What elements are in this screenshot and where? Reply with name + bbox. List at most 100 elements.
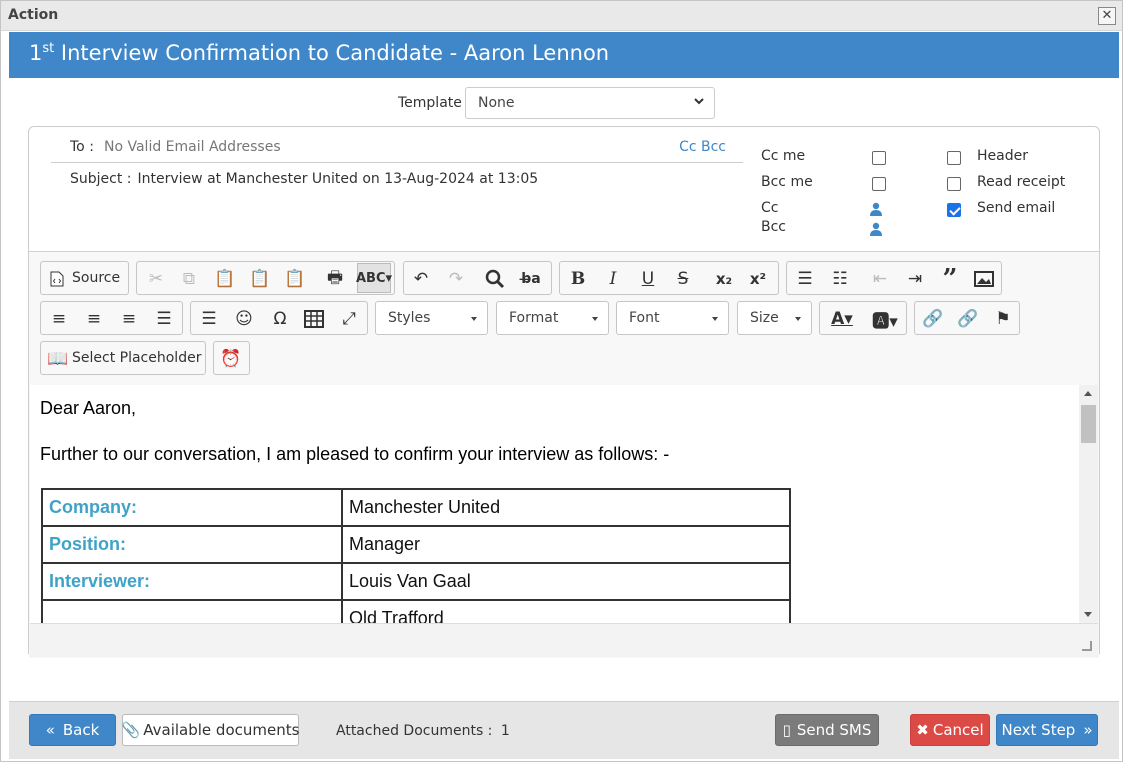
align-left-icon[interactable]: ≡ bbox=[48, 308, 70, 330]
numbered-list-icon[interactable]: ☰ bbox=[794, 268, 816, 290]
italic-icon[interactable]: I bbox=[602, 268, 624, 290]
close-icon[interactable]: ✕ bbox=[1098, 7, 1116, 25]
template-select-value: None bbox=[478, 95, 515, 111]
subscript-icon[interactable]: x₂ bbox=[713, 268, 735, 290]
scroll-down-icon[interactable] bbox=[1084, 612, 1092, 617]
replace-icon[interactable]: b̶a bbox=[520, 268, 542, 290]
format-toolbar-group: B I U S x₂ x² bbox=[559, 261, 779, 295]
bold-icon[interactable]: B bbox=[567, 268, 589, 290]
underline-icon[interactable]: U bbox=[637, 268, 659, 290]
template-label: Template bbox=[398, 95, 462, 111]
select-placeholder-label: Select Placeholder bbox=[72, 350, 202, 366]
mobile-phone-icon: ▯ bbox=[782, 721, 791, 739]
cc-me-checkbox[interactable] bbox=[872, 151, 886, 165]
image-icon[interactable] bbox=[973, 268, 995, 290]
table-row: Company: Manchester United bbox=[41, 488, 791, 527]
bulleted-list-icon[interactable]: ☷ bbox=[829, 268, 851, 290]
anchor-flag-icon[interactable]: ⚑ bbox=[992, 308, 1014, 330]
table-row: Position: Manager bbox=[41, 525, 791, 564]
table-value: Old Trafford bbox=[341, 599, 791, 623]
strikethrough-icon[interactable]: S bbox=[672, 268, 694, 290]
special-char-icon[interactable]: Ω bbox=[269, 308, 291, 330]
paste-icon[interactable]: 📋 bbox=[214, 268, 236, 290]
editor-scrollbar[interactable] bbox=[1079, 385, 1098, 623]
read-receipt-checkbox[interactable] bbox=[947, 177, 961, 191]
font-dropdown[interactable]: Font bbox=[616, 301, 729, 335]
timestamp-button[interactable]: ⏰ bbox=[213, 341, 250, 375]
unlink-icon[interactable]: 🔗 bbox=[957, 308, 979, 330]
editor-content[interactable]: Dear Aaron, Further to our conversation,… bbox=[30, 385, 1080, 623]
decrease-indent-icon[interactable]: ⇤ bbox=[869, 268, 891, 290]
alarm-clock-icon: ⏰ bbox=[220, 349, 242, 369]
cc-label: Cc bbox=[761, 200, 779, 216]
attached-documents-label: Attached Documents : bbox=[336, 723, 493, 739]
smiley-icon[interactable]: ☺ bbox=[233, 308, 255, 330]
cancel-button[interactable]: ✖ Cancel bbox=[910, 714, 990, 746]
table-row: Interviewer: Louis Van Gaal bbox=[41, 562, 791, 601]
cut-icon[interactable]: ✂ bbox=[145, 268, 167, 290]
maximize-icon[interactable]: ⤢ bbox=[338, 308, 360, 330]
table-key: Interviewer: bbox=[41, 562, 343, 601]
send-email-checkbox[interactable] bbox=[947, 203, 961, 217]
bcc-me-label: Bcc me bbox=[761, 174, 813, 190]
paperclip-icon: 📎 bbox=[121, 721, 141, 739]
superscript-icon[interactable]: x² bbox=[747, 268, 769, 290]
to-label: To : bbox=[70, 139, 94, 155]
insert-toolbar-group: ☰ ☺ Ω ⤢ bbox=[190, 301, 368, 335]
bcc-user-icon[interactable] bbox=[869, 222, 883, 236]
copy-icon[interactable]: ⧉ bbox=[178, 268, 200, 290]
header-checkbox[interactable] bbox=[947, 151, 961, 165]
link-icon[interactable]: 🔗 bbox=[922, 308, 944, 330]
select-placeholder-button[interactable]: 📖 Select Placeholder bbox=[40, 341, 206, 375]
align-toolbar-group: ≡ ≡ ≡ ☰ bbox=[40, 301, 183, 335]
dialog-footer: «Back 📎 Available documents Attached Docu… bbox=[9, 701, 1119, 759]
clipboard-toolbar-group: ✂ ⧉ 📋 📋 📋 🖶 ABC▾ bbox=[136, 261, 395, 295]
find-icon[interactable] bbox=[484, 268, 506, 290]
align-center-icon[interactable]: ≡ bbox=[83, 308, 105, 330]
caret-down-icon bbox=[592, 317, 598, 321]
table-icon[interactable] bbox=[303, 308, 325, 330]
bcc-me-checkbox[interactable] bbox=[872, 177, 886, 191]
undo-icon[interactable]: ↶ bbox=[410, 268, 432, 290]
size-dropdown[interactable]: Size bbox=[737, 301, 812, 335]
caret-down-icon bbox=[795, 317, 801, 321]
horizontal-line-icon[interactable]: ☰ bbox=[198, 308, 220, 330]
increase-indent-icon[interactable]: ⇥ bbox=[904, 268, 926, 290]
cc-me-label: Cc me bbox=[761, 148, 806, 164]
table-key: Position: bbox=[41, 525, 343, 564]
align-right-icon[interactable]: ≡ bbox=[118, 308, 140, 330]
back-button[interactable]: «Back bbox=[29, 714, 116, 746]
paragraph-toolbar-group: ☰ ☷ ⇤ ⇥ ” bbox=[786, 261, 1002, 295]
text-color-icon[interactable]: A▾ bbox=[827, 308, 857, 330]
send-sms-button[interactable]: ▯ Send SMS bbox=[775, 714, 879, 746]
available-documents-button[interactable]: 📎 Available documents bbox=[122, 714, 299, 746]
background-color-icon[interactable]: 🅰▾ bbox=[870, 308, 900, 332]
email-panel: To : No Valid Email Addresses Cc Bcc Sub… bbox=[28, 126, 1100, 658]
close-x-icon: ✖ bbox=[916, 721, 929, 739]
template-select[interactable]: None bbox=[465, 87, 715, 119]
to-input[interactable]: No Valid Email Addresses bbox=[104, 139, 281, 155]
blockquote-icon[interactable]: ” bbox=[939, 264, 961, 294]
paste-text-icon[interactable]: 📋 bbox=[249, 268, 271, 290]
source-label: Source bbox=[72, 270, 121, 286]
scroll-thumb[interactable] bbox=[1081, 405, 1096, 443]
justify-icon[interactable]: ☰ bbox=[153, 308, 175, 330]
dialog-titlebar: Action ✕ bbox=[1, 1, 1122, 31]
spellcheck-icon[interactable]: ABC▾ bbox=[356, 263, 392, 293]
styles-dropdown[interactable]: Styles bbox=[375, 301, 488, 335]
attached-documents: Attached Documents : 1 bbox=[336, 723, 510, 739]
format-dropdown[interactable]: Format bbox=[496, 301, 609, 335]
subject-input[interactable]: Interview at Manchester United on 13-Aug… bbox=[138, 171, 539, 187]
scroll-up-icon[interactable] bbox=[1084, 391, 1092, 396]
paste-word-icon[interactable]: 📋 bbox=[284, 268, 306, 290]
to-field: To : No Valid Email Addresses Cc Bcc bbox=[51, 137, 743, 163]
print-icon[interactable]: 🖶 bbox=[324, 268, 346, 290]
next-step-button[interactable]: Next Step» bbox=[996, 714, 1098, 746]
table-row: Old Trafford bbox=[41, 599, 791, 623]
cc-user-icon[interactable] bbox=[869, 202, 883, 216]
resize-handle-icon[interactable] bbox=[1082, 641, 1092, 651]
redo-icon[interactable]: ↷ bbox=[445, 268, 467, 290]
caret-down-icon bbox=[712, 317, 718, 321]
source-button[interactable]: Source bbox=[40, 261, 129, 295]
cc-bcc-link[interactable]: Cc Bcc bbox=[679, 139, 726, 155]
